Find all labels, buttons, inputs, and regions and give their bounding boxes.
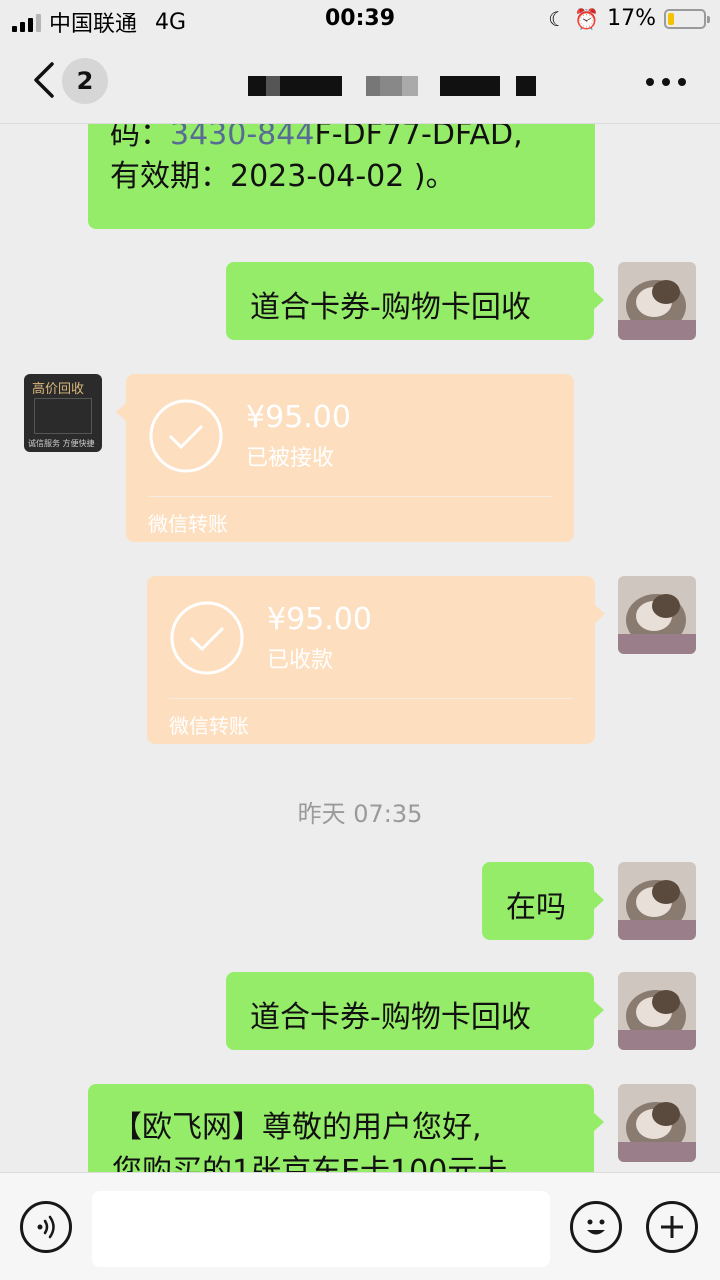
transfer-status: 已被接收 (246, 446, 335, 471)
status-bar: 中国联通 4G 00:39 ☾ ⏰ 17% (0, 0, 720, 40)
cat-avatar-icon (618, 1084, 696, 1162)
emoji-icon[interactable] (570, 1201, 622, 1253)
message-text-line: 您购买的1张京东E卡100元卡 (112, 1154, 508, 1172)
message-bubble-code[interactable]: 码：3430-844F-DF77-DFAD, 有效期：2023-04-02 )。 (88, 124, 595, 229)
check-circle-icon (170, 601, 244, 675)
my-avatar[interactable] (618, 972, 696, 1050)
transfer-card-received[interactable]: ¥95.00 已被接收 微信转账 (116, 374, 574, 542)
my-avatar[interactable] (618, 262, 696, 340)
transfer-footer: 微信转账 (169, 714, 249, 738)
transfer-amount: ¥95.00 (246, 400, 351, 435)
battery-percent: 17% (607, 6, 656, 31)
plus-icon[interactable] (646, 1201, 698, 1253)
input-bar (0, 1172, 720, 1280)
transfer-footer: 微信转账 (148, 512, 228, 536)
transfer-status: 已收款 (267, 648, 334, 673)
unread-badge[interactable]: 2 (62, 58, 108, 104)
chat-header: 2 (0, 40, 720, 124)
my-avatar[interactable] (618, 862, 696, 940)
message-input[interactable] (92, 1191, 550, 1267)
message-bubble[interactable]: 道合卡券-购物卡回收 (226, 262, 604, 340)
message-list[interactable]: 码：3430-844F-DF77-DFAD, 有效期：2023-04-02 )。… (0, 124, 720, 1172)
message-text-line: 【欧飞网】尊敬的用户您好, (112, 1110, 482, 1145)
message-bubble[interactable]: 在吗 (482, 862, 604, 940)
chat-title-redacted (248, 76, 536, 96)
message-text: 道合卡券-购物卡回收 (250, 1000, 531, 1035)
status-right: ☾ ⏰ 17% (548, 6, 710, 31)
moon-icon: ☾ (548, 6, 567, 31)
card-code-link[interactable]: 3430-844 (170, 124, 314, 152)
contact-avatar-title: 高价回收 (32, 382, 85, 397)
voice-icon[interactable] (20, 1201, 72, 1253)
battery-icon (664, 8, 710, 29)
back-chevron-icon[interactable] (26, 58, 66, 102)
message-text: 道合卡券-购物卡回收 (250, 290, 531, 325)
check-circle-icon (149, 399, 223, 473)
transfer-card-collected[interactable]: ¥95.00 已收款 微信转账 (147, 576, 605, 744)
chat-timestamp: 昨天 07:35 (297, 800, 423, 828)
contact-avatar-slogan: 诚信服务 方便快捷 (28, 439, 95, 448)
message-bubble[interactable]: 【欧飞网】尊敬的用户您好, 您购买的1张京东E卡100元卡 (88, 1084, 604, 1172)
transfer-divider (148, 496, 552, 497)
cat-avatar-icon (618, 576, 696, 654)
alarm-icon: ⏰ (574, 6, 600, 31)
cat-avatar-icon (618, 862, 696, 940)
my-avatar[interactable] (618, 576, 696, 654)
message-bubble[interactable]: 道合卡券-购物卡回收 (226, 972, 604, 1050)
cat-avatar-icon (618, 972, 696, 1050)
message-text: 在吗 (506, 890, 566, 925)
my-avatar[interactable] (618, 1084, 696, 1162)
message-text-line: 有效期：2023-04-02 )。 (110, 159, 456, 194)
message-text-line: 码：3430-844F-DF77-DFAD, (110, 124, 523, 156)
transfer-amount: ¥95.00 (267, 602, 372, 637)
more-dots-icon[interactable] (646, 78, 686, 86)
contact-avatar[interactable]: 高价回收 诚信服务 方便快捷 (24, 374, 102, 452)
cat-avatar-icon (618, 262, 696, 340)
transfer-divider (169, 698, 573, 699)
